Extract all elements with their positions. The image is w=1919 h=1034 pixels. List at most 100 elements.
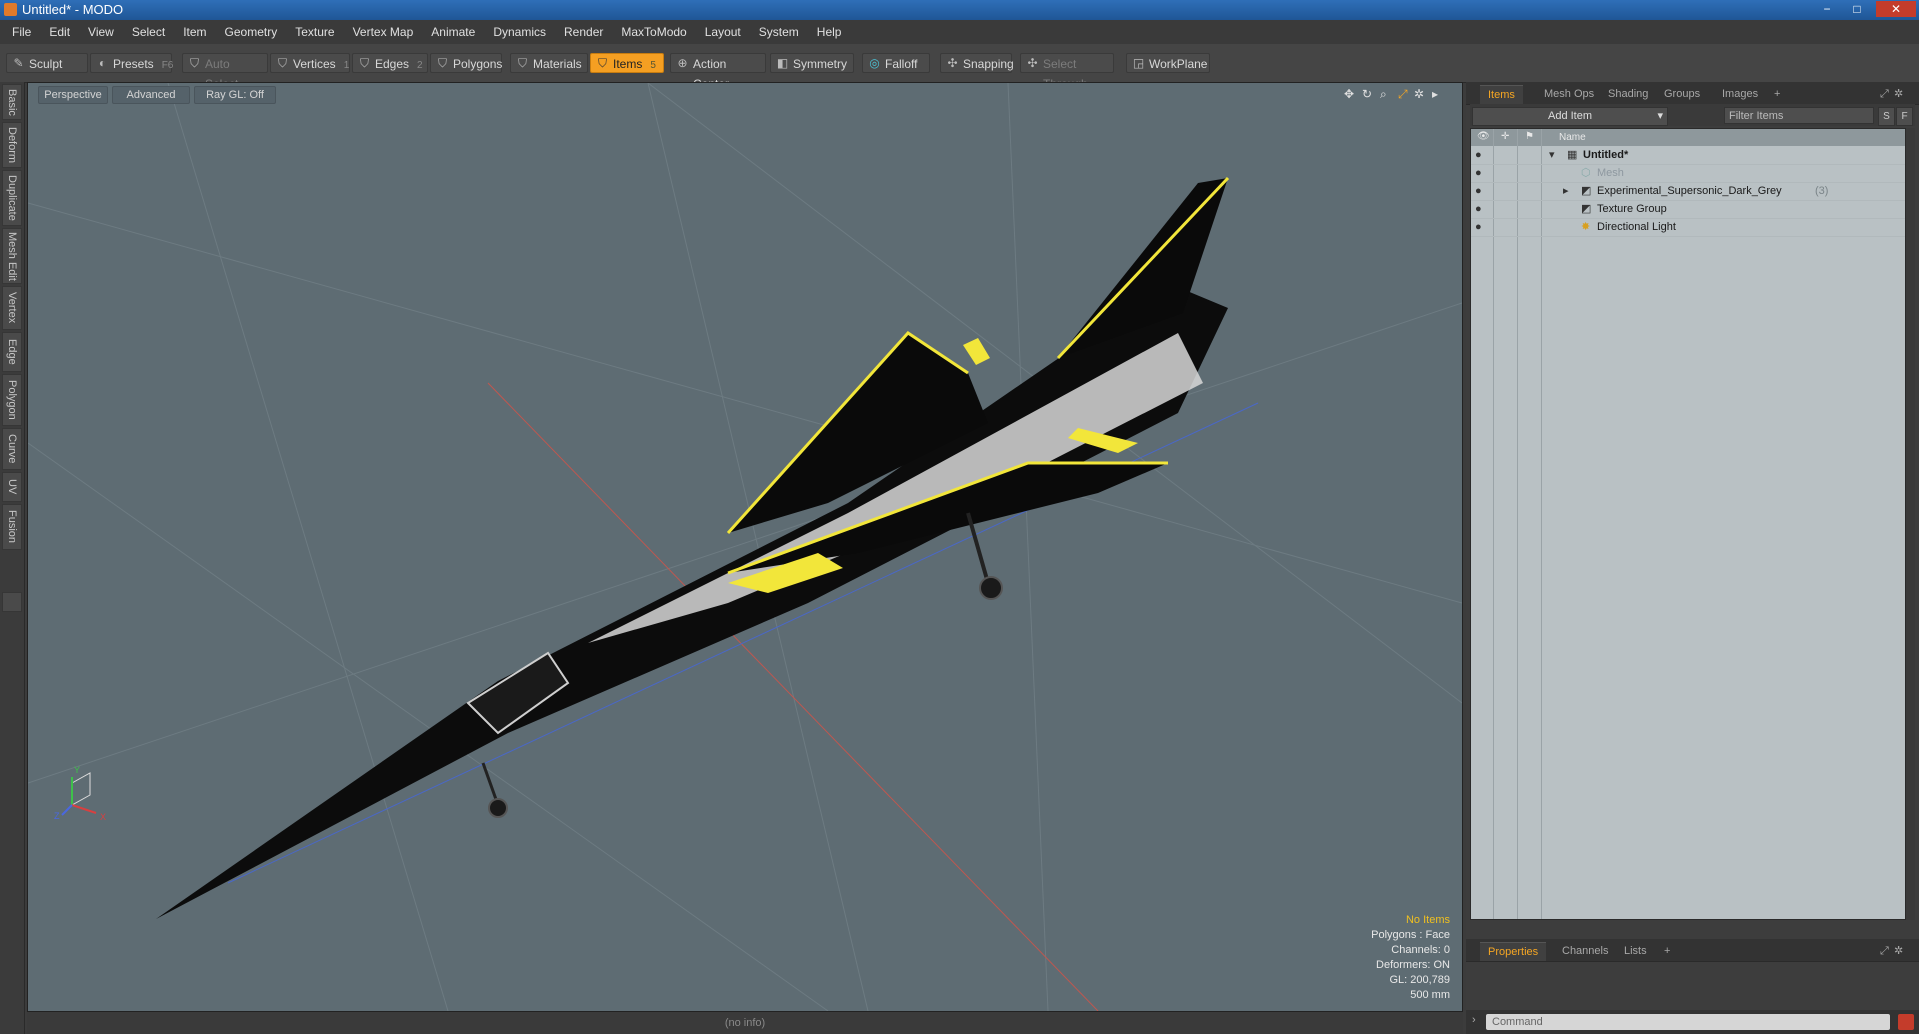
- menu-system[interactable]: System: [750, 20, 808, 44]
- eye-icon[interactable]: ●: [1475, 146, 1482, 164]
- pan-icon[interactable]: ✥: [1344, 87, 1354, 101]
- side-tab-deform[interactable]: Deform: [2, 122, 22, 168]
- zoom-icon[interactable]: ⌕: [1380, 87, 1387, 102]
- menu-layout[interactable]: Layout: [696, 20, 750, 44]
- auto-select-button[interactable]: ⛉Auto Select: [182, 53, 268, 91]
- sculpt-button[interactable]: ✎ Sculpt: [6, 53, 88, 73]
- tab-items[interactable]: Items: [1480, 85, 1523, 104]
- menu-render[interactable]: Render: [555, 20, 612, 44]
- side-tab-edge[interactable]: Edge: [2, 332, 22, 372]
- falloff-button[interactable]: ◎ Falloff: [862, 53, 930, 73]
- gear-icon[interactable]: ✲: [1886, 942, 1911, 960]
- eye-icon[interactable]: ●: [1475, 164, 1482, 182]
- 3d-viewport[interactable]: X Y Z Perspective Advanced Ray GL: Off ✥…: [27, 82, 1463, 1012]
- info-scale: 500 mm: [1410, 989, 1450, 1001]
- action-center-button[interactable]: ⊕Action Center: [670, 53, 766, 91]
- side-tab-extra[interactable]: [2, 592, 22, 612]
- filter-s-button[interactable]: S: [1878, 107, 1895, 126]
- play-icon[interactable]: ▸: [1432, 87, 1438, 101]
- column-divider: [1541, 129, 1542, 919]
- chevron-down-icon: ▾: [1657, 110, 1663, 122]
- tab-lists[interactable]: Lists: [1616, 942, 1655, 960]
- gear-icon[interactable]: ✲: [1886, 85, 1911, 103]
- close-button[interactable]: ✕: [1876, 1, 1916, 17]
- tab-channels[interactable]: Channels: [1554, 942, 1616, 960]
- command-input[interactable]: Command: [1486, 1014, 1890, 1030]
- viewport-tab-advanced[interactable]: Advanced: [112, 86, 190, 104]
- items-tab-bar: Items Mesh Ops Shading Groups Images + ⤢…: [1466, 82, 1919, 105]
- info-deformers: Deformers: ON: [1376, 959, 1450, 971]
- tree-scrollbar[interactable]: [1906, 128, 1915, 920]
- main-toolbar: ✎Sculpt ◐PresetsF6 ⛉Auto Select ⛉Vertice…: [0, 44, 1919, 91]
- workplane-button[interactable]: ◲ WorkPlane: [1126, 53, 1210, 73]
- axis-x-label: X: [100, 812, 106, 822]
- symmetry-button[interactable]: ◧ Symmetry: [770, 53, 854, 73]
- eye-icon[interactable]: ●: [1475, 182, 1482, 200]
- tree-row-mesh[interactable]: ● ⬡ Mesh: [1471, 164, 1905, 183]
- child-count: (3): [1815, 185, 1829, 197]
- axis-gizmo: [61, 772, 97, 816]
- select-through-button[interactable]: ✣Select Through: [1020, 53, 1114, 91]
- command-prompt-icon: ›: [1472, 1014, 1476, 1026]
- tree-row-scene[interactable]: ● ▾ ▦ Untitled*: [1471, 146, 1905, 165]
- tab-add[interactable]: +: [1656, 942, 1678, 960]
- tab-images[interactable]: Images: [1714, 85, 1766, 103]
- menu-geometry[interactable]: Geometry: [216, 20, 287, 44]
- presets-button[interactable]: ◐ Presets F6: [90, 53, 173, 73]
- edges-button[interactable]: ⛉ Edges 2: [352, 53, 428, 73]
- expand-arrow-icon[interactable]: ▾: [1549, 146, 1555, 164]
- eye-icon[interactable]: ●: [1475, 218, 1482, 236]
- side-tab-curve[interactable]: Curve: [2, 428, 22, 470]
- fit-icon[interactable]: ⤢: [1398, 87, 1408, 102]
- vertices-button[interactable]: ⛉ Vertices 1: [270, 53, 350, 73]
- menu-file[interactable]: File: [0, 20, 40, 44]
- filter-items-input[interactable]: Filter Items: [1724, 107, 1874, 124]
- maximize-button[interactable]: □: [1844, 1, 1870, 17]
- menu-animate[interactable]: Animate: [422, 20, 484, 44]
- tab-properties[interactable]: Properties: [1480, 942, 1547, 961]
- tab-groups[interactable]: Groups: [1656, 85, 1708, 103]
- menu-help[interactable]: Help: [808, 20, 851, 44]
- menu-select[interactable]: Select: [123, 20, 174, 44]
- lock-column-icon: ✛: [1501, 131, 1510, 142]
- render-column-icon: ⚑: [1525, 131, 1534, 142]
- snapping-button[interactable]: ✣ Snapping: [940, 53, 1014, 73]
- filter-f-button[interactable]: F: [1896, 107, 1913, 126]
- menu-vertex-map[interactable]: Vertex Map: [344, 20, 423, 44]
- viewport-tab-raygl[interactable]: Ray GL: Off: [194, 86, 276, 104]
- tree-row-texture-group[interactable]: ● ◩ Texture Group: [1471, 200, 1905, 219]
- menu-item[interactable]: Item: [174, 20, 215, 44]
- items-button[interactable]: ⛉ Items 5: [590, 53, 664, 73]
- side-tab-mesh-edit[interactable]: Mesh Edit: [2, 228, 22, 284]
- menu-texture[interactable]: Texture: [286, 20, 343, 44]
- side-tab-basic[interactable]: Basic: [2, 84, 22, 120]
- menu-dynamics[interactable]: Dynamics: [484, 20, 555, 44]
- tree-row-model[interactable]: ● ▸ ◩ Experimental_Supersonic_Dark_Grey …: [1471, 182, 1905, 201]
- tab-add[interactable]: +: [1766, 85, 1788, 103]
- side-tab-polygon[interactable]: Polygon: [2, 374, 22, 426]
- side-tab-vertex[interactable]: Vertex: [2, 286, 22, 330]
- gear-icon[interactable]: ✲: [1414, 87, 1424, 101]
- tree-row-directional-light[interactable]: ● ✸ Directional Light: [1471, 218, 1905, 237]
- materials-button[interactable]: ⛉ Materials: [510, 53, 588, 73]
- items-icon: ⛉: [597, 56, 607, 70]
- side-tab-fusion[interactable]: Fusion: [2, 504, 22, 550]
- rotate-icon[interactable]: ↻: [1362, 87, 1372, 101]
- eye-icon[interactable]: ●: [1475, 200, 1482, 218]
- tab-mesh-ops[interactable]: Mesh Ops: [1536, 85, 1602, 103]
- scene-icon: ▦: [1567, 149, 1578, 161]
- polygons-button[interactable]: ⛉ Polygons: [430, 53, 502, 73]
- side-tab-uv[interactable]: UV: [2, 472, 22, 502]
- tab-shading[interactable]: Shading: [1600, 85, 1656, 103]
- menu-edit[interactable]: Edit: [40, 20, 79, 44]
- command-bar: › Command: [1466, 1010, 1919, 1034]
- add-item-dropdown[interactable]: Add Item ▾: [1472, 107, 1668, 126]
- minimize-button[interactable]: −: [1814, 1, 1840, 17]
- menu-maxtomodo[interactable]: MaxToModo: [612, 20, 695, 44]
- viewport-tab-perspective[interactable]: Perspective: [38, 86, 108, 104]
- record-icon[interactable]: [1898, 1014, 1914, 1030]
- side-tab-duplicate[interactable]: Duplicate: [2, 170, 22, 226]
- expand-arrow-icon[interactable]: ▸: [1563, 182, 1569, 200]
- group-icon: ◩: [1581, 185, 1592, 197]
- menu-view[interactable]: View: [79, 20, 123, 44]
